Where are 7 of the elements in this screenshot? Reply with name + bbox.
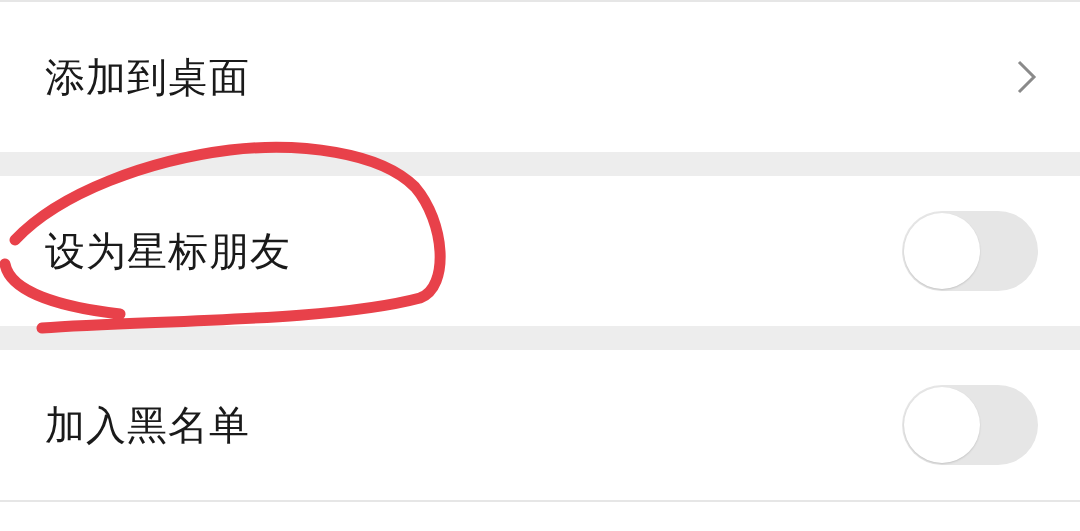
- chevron-right-icon: [1016, 59, 1038, 95]
- row-label: 添加到桌面: [45, 52, 250, 102]
- settings-row[interactable]: 添加到桌面: [0, 2, 1080, 152]
- row-label: 加入黑名单: [45, 400, 250, 450]
- settings-row[interactable]: 设为星标朋友: [0, 176, 1080, 326]
- settings-row[interactable]: 加入黑名单: [0, 350, 1080, 500]
- row-label: 设为星标朋友: [45, 226, 291, 276]
